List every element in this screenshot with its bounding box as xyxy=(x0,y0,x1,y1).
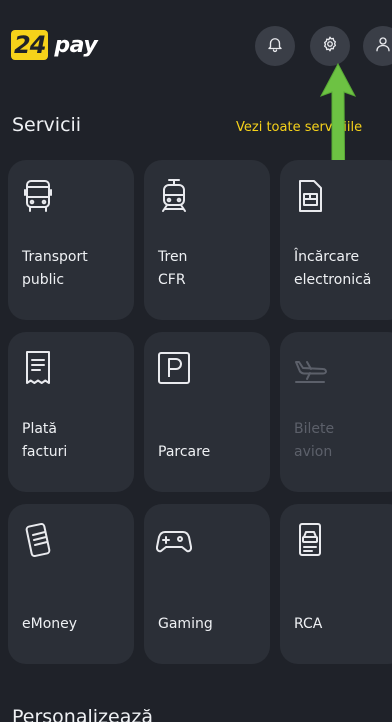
service-label: eMoney xyxy=(22,613,132,636)
sim-card-icon xyxy=(292,178,328,214)
service-label: Parcare xyxy=(158,441,268,464)
logo-number: 24 xyxy=(11,30,49,60)
service-label: RCA xyxy=(294,613,392,636)
bell-icon xyxy=(266,35,284,57)
service-label-line2: electronică xyxy=(294,272,372,288)
service-tile-plata-facturi[interactable]: Plată facturi xyxy=(8,332,134,492)
phone-money-icon xyxy=(20,522,56,558)
user-icon xyxy=(374,35,392,57)
service-label-line2: Gaming xyxy=(158,616,213,632)
service-label-line2: RCA xyxy=(294,616,323,632)
service-label-line2: public xyxy=(22,272,65,288)
parking-icon xyxy=(156,350,192,386)
service-label-line1: Încărcare xyxy=(294,249,360,265)
airplane-icon xyxy=(292,350,328,386)
service-label-line2: eMoney xyxy=(22,616,78,632)
service-tile-tren-cfr[interactable]: Tren CFR xyxy=(144,160,270,320)
car-document-icon xyxy=(292,522,328,558)
service-label: Gaming xyxy=(158,613,268,636)
bus-icon xyxy=(20,178,56,214)
notifications-button[interactable] xyxy=(255,26,295,66)
gamepad-icon xyxy=(155,522,193,558)
service-tile-rca[interactable]: RCA xyxy=(280,504,392,664)
service-tile-incarcare-electronica[interactable]: Încărcare electronică xyxy=(280,160,392,320)
app-logo: 24 pay xyxy=(11,28,98,62)
logo-text: pay xyxy=(54,32,98,58)
service-label-line2: CFR xyxy=(158,272,186,288)
service-label: Încărcare electronică xyxy=(294,246,392,292)
service-label-line1: Transport xyxy=(22,249,88,265)
service-label: Plată facturi xyxy=(22,418,132,464)
service-tile-transport-public[interactable]: Transport public xyxy=(8,160,134,320)
service-label: Transport public xyxy=(22,246,132,292)
service-label-line2: facturi xyxy=(22,444,68,460)
gear-icon xyxy=(321,35,339,57)
train-icon xyxy=(156,178,192,214)
service-tile-emoney[interactable]: eMoney xyxy=(8,504,134,664)
service-tile-parcare[interactable]: Parcare xyxy=(144,332,270,492)
see-all-services-link[interactable]: Vezi toate serviciile xyxy=(236,120,362,135)
settings-button[interactable] xyxy=(310,26,350,66)
services-header: Servicii Vezi toate serviciile xyxy=(0,110,392,146)
personalize-title: Personalizează xyxy=(12,706,153,722)
receipt-icon xyxy=(20,350,56,386)
services-title: Servicii xyxy=(12,114,82,136)
service-tile-gaming[interactable]: Gaming xyxy=(144,504,270,664)
profile-button[interactable] xyxy=(363,26,392,66)
app-screen: 24 pay Servicii Vezi toate serviciile Tr… xyxy=(0,0,392,722)
service-tile-bilete-avion[interactable]: Bilete avion xyxy=(280,332,392,492)
service-label-line1: Bilete xyxy=(294,421,335,437)
service-label-line2: Parcare xyxy=(158,444,211,460)
service-label-line1: Tren xyxy=(158,249,188,265)
service-label: Tren CFR xyxy=(158,246,268,292)
service-label-line1: Plată xyxy=(22,421,57,437)
app-header: 24 pay xyxy=(0,0,392,90)
service-label-line2: avion xyxy=(294,444,333,460)
service-label: Bilete avion xyxy=(294,418,392,464)
